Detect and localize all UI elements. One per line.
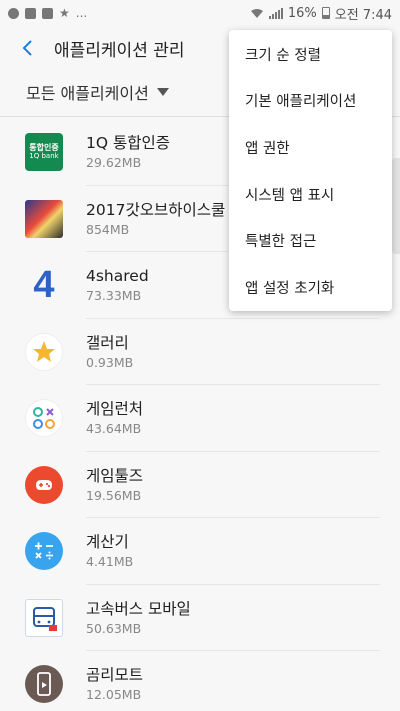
4shared-icon: 4 bbox=[33, 266, 55, 305]
app-size: 4.41MB bbox=[86, 554, 134, 570]
menu-item-sort-by-size[interactable]: 크기 순 정렬 bbox=[229, 31, 392, 78]
1q-bank-icon: 통합인증 1Q bank bbox=[25, 133, 63, 172]
app-size: 43.64MB bbox=[86, 421, 142, 437]
app-row-gallery[interactable]: 갤러리 0.93MB bbox=[0, 319, 400, 386]
menu-item-special-access[interactable]: 특별한 접근 bbox=[229, 217, 392, 264]
app-row-game-tools[interactable]: 게임툴즈 19.56MB bbox=[0, 452, 400, 519]
clock: 오전 7:44 bbox=[334, 7, 392, 23]
menu-item-app-permissions[interactable]: 앱 권한 bbox=[229, 124, 392, 171]
app-row-game-launcher[interactable]: 게임런처 43.64MB bbox=[0, 385, 400, 452]
app-name: 2017갓오브하이스쿨 bbox=[86, 200, 226, 219]
gallery-notification-icon bbox=[25, 7, 36, 19]
app-size: 0.93MB bbox=[86, 354, 134, 370]
remote-icon bbox=[25, 665, 63, 704]
gallery-flower-icon bbox=[25, 332, 63, 371]
filter-label: 모든 애플리케이션 bbox=[26, 84, 149, 103]
app-name: 갤러리 bbox=[86, 333, 129, 352]
notification-icons: ★ ... bbox=[8, 6, 87, 20]
menu-item-show-system-apps[interactable]: 시스템 앱 표시 bbox=[229, 171, 392, 218]
gamepad-icon bbox=[25, 465, 63, 504]
overflow-menu: 크기 순 정렬 기본 애플리케이션 앱 권한 시스템 앱 표시 특별한 접근 앱… bbox=[229, 30, 392, 311]
anime-character-icon bbox=[25, 199, 63, 238]
app-row-gom-remote[interactable]: 곰리모트 12.05MB bbox=[0, 651, 400, 711]
app-name: 1Q 통합인증 bbox=[86, 134, 171, 153]
app-name: 곰리모트 bbox=[86, 666, 144, 685]
signal-icon bbox=[268, 7, 283, 19]
notification-app-icon bbox=[8, 7, 19, 19]
more-notifications-indicator: ... bbox=[75, 6, 88, 20]
app-name: 4shared bbox=[86, 267, 149, 286]
app-name: 게임툴즈 bbox=[86, 466, 144, 485]
app-size: 12.05MB bbox=[86, 687, 142, 703]
back-button[interactable] bbox=[0, 26, 54, 70]
wifi-icon bbox=[250, 8, 263, 18]
battery-icon bbox=[321, 7, 330, 19]
app-name: 게임런처 bbox=[86, 400, 144, 419]
menu-item-reset-app-preferences[interactable]: 앱 설정 초기화 bbox=[229, 264, 392, 311]
menu-item-default-apps[interactable]: 기본 애플리케이션 bbox=[229, 78, 392, 125]
app-name: 고속버스 모바일 bbox=[86, 599, 191, 618]
back-arrow-icon bbox=[22, 40, 32, 56]
edge-panel-handle[interactable] bbox=[392, 158, 400, 254]
app-size: 29.62MB bbox=[86, 155, 142, 171]
app-filter-dropdown[interactable]: 모든 애플리케이션 bbox=[26, 80, 169, 104]
app-size: 50.63MB bbox=[86, 620, 142, 636]
status-bar: ★ ... 16% 오전 7:44 bbox=[0, 0, 400, 26]
system-status: 16% 오전 7:44 bbox=[250, 4, 392, 23]
app-size: 19.56MB bbox=[86, 487, 142, 503]
app-size: 73.33MB bbox=[86, 288, 142, 304]
image-notification-icon bbox=[42, 7, 53, 19]
dropdown-triangle-icon bbox=[156, 88, 169, 96]
battery-percent: 16% bbox=[287, 5, 317, 21]
app-row-calculator[interactable]: 계산기 4.41MB bbox=[0, 518, 400, 585]
app-size: 854MB bbox=[86, 221, 130, 237]
app-name: 계산기 bbox=[86, 533, 129, 552]
bus-icon bbox=[25, 598, 63, 637]
game-launcher-icon bbox=[25, 399, 63, 438]
app-row-express-bus[interactable]: 고속버스 모바일 50.63MB bbox=[0, 585, 400, 652]
star-icon: ★ bbox=[59, 6, 70, 20]
page-title: 애플리케이션 관리 bbox=[54, 40, 185, 61]
calculator-icon bbox=[25, 532, 63, 571]
